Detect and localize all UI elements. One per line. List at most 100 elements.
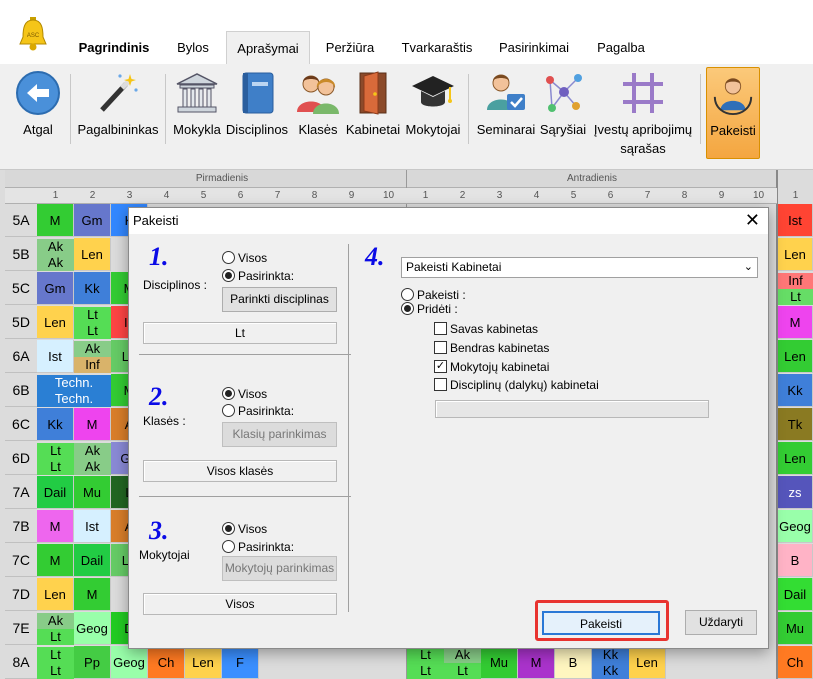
- lesson-cell[interactable]: Len: [778, 238, 813, 271]
- lesson-cell[interactable]: Inf: [74, 357, 111, 373]
- class-row-label[interactable]: 5A: [5, 204, 37, 237]
- lesson-cell[interactable]: Kk: [592, 647, 629, 663]
- mokytojai-pasirinkta-radio[interactable]: [222, 540, 235, 553]
- class-row-label[interactable]: 5B: [5, 238, 37, 271]
- lesson-cell[interactable]: Len: [778, 442, 813, 475]
- lesson-cell[interactable]: Inf: [778, 273, 813, 289]
- lesson-cell[interactable]: Lt: [407, 647, 444, 663]
- disciplinos-visos-radio[interactable]: [222, 251, 235, 264]
- lesson-cell[interactable]: Kk: [37, 408, 74, 441]
- pagalbininkas-button[interactable]: Pagalbininkas: [74, 64, 162, 170]
- lesson-cell[interactable]: Ist: [74, 510, 111, 543]
- mokytojai-visos-radio[interactable]: [222, 522, 235, 535]
- lesson-cell[interactable]: Lt: [37, 629, 74, 645]
- lesson-cell[interactable]: Ak: [74, 443, 111, 459]
- klases-button[interactable]: Klasės: [292, 64, 344, 170]
- lesson-cell[interactable]: Kk: [778, 374, 813, 407]
- tab-perziura[interactable]: Peržiūra: [318, 31, 382, 64]
- lesson-cell[interactable]: Gm: [74, 204, 111, 237]
- lesson-cell[interactable]: zs: [778, 476, 813, 509]
- lesson-cell[interactable]: M: [37, 204, 74, 237]
- lesson-cell[interactable]: Lt: [37, 443, 74, 459]
- lesson-cell[interactable]: M: [778, 306, 813, 339]
- lesson-cell[interactable]: Dail: [778, 578, 813, 611]
- lesson-cell[interactable]: M: [37, 510, 74, 543]
- lesson-cell[interactable]: Gm: [37, 272, 74, 305]
- lesson-cell[interactable]: Lt: [37, 459, 74, 475]
- pakeisti-ribbon-button[interactable]: Pakeisti: [706, 67, 760, 159]
- atgal-button[interactable]: Atgal: [8, 64, 68, 170]
- lesson-cell[interactable]: Ist: [778, 204, 813, 237]
- lesson-cell[interactable]: Kk: [592, 663, 629, 679]
- lesson-cell[interactable]: Lt: [74, 323, 111, 339]
- lesson-cell[interactable]: Tk: [778, 408, 813, 441]
- lesson-cell[interactable]: Len: [778, 340, 813, 373]
- mokytoju-kabinetai-checkbox[interactable]: ✓: [434, 360, 447, 373]
- app-bell-icon[interactable]: ASC: [18, 17, 48, 51]
- pakeisti-button[interactable]: Pakeisti: [542, 611, 660, 635]
- class-row-label[interactable]: 5C: [5, 272, 37, 305]
- lesson-cell[interactable]: Lt: [37, 647, 74, 663]
- seminarai-button[interactable]: Seminarai: [474, 64, 538, 170]
- lesson-cell[interactable]: Techn.: [37, 375, 111, 391]
- prideti-radio[interactable]: [401, 302, 414, 315]
- lesson-cell[interactable]: Ak: [74, 459, 111, 475]
- lesson-cell[interactable]: Ak: [37, 255, 74, 271]
- lesson-cell[interactable]: Mu: [778, 612, 813, 645]
- lesson-cell[interactable]: Len: [74, 238, 111, 271]
- klases-pasirinkta-radio[interactable]: [222, 404, 235, 417]
- lesson-cell[interactable]: Pp: [74, 646, 111, 679]
- lesson-cell[interactable]: Geog: [74, 612, 111, 645]
- lesson-cell[interactable]: Lt: [778, 289, 813, 305]
- disciplinos-button[interactable]: Disciplinos: [224, 64, 290, 170]
- lesson-cell[interactable]: Ak: [37, 613, 74, 629]
- lesson-cell[interactable]: Len: [37, 578, 74, 611]
- lesson-cell[interactable]: Len: [37, 306, 74, 339]
- lesson-cell[interactable]: M: [37, 544, 74, 577]
- close-icon[interactable]: ✕: [745, 211, 760, 229]
- lesson-cell[interactable]: M: [74, 578, 111, 611]
- class-row-label[interactable]: 7B: [5, 510, 37, 543]
- class-row-label[interactable]: 6D: [5, 442, 37, 475]
- lesson-cell[interactable]: F: [222, 646, 259, 679]
- lesson-cell[interactable]: Ch: [778, 646, 813, 679]
- class-row-label[interactable]: 7E: [5, 612, 37, 645]
- uzdaryti-button[interactable]: Uždaryti: [685, 610, 757, 635]
- lesson-cell[interactable]: Ist: [37, 340, 74, 373]
- lesson-cell[interactable]: Geog: [111, 646, 148, 679]
- tab-aprasymai[interactable]: Aprašymai: [226, 31, 310, 64]
- class-row-label[interactable]: 5D: [5, 306, 37, 339]
- lesson-cell[interactable]: Dail: [74, 544, 111, 577]
- pakeisti-combo[interactable]: Pakeisti Kabinetai ⌄: [401, 257, 758, 278]
- lesson-cell[interactable]: Ak: [37, 239, 74, 255]
- tab-bylos[interactable]: Bylos: [168, 31, 218, 64]
- lesson-cell[interactable]: Lt: [444, 663, 481, 679]
- mokytojai-button[interactable]: Mokytojai: [402, 64, 464, 170]
- lesson-cell[interactable]: B: [555, 646, 592, 679]
- lesson-cell[interactable]: Kk: [74, 272, 111, 305]
- klases-visos-radio[interactable]: [222, 387, 235, 400]
- lesson-cell[interactable]: Mu: [481, 646, 518, 679]
- disciplinos-pasirinkta-radio[interactable]: [222, 269, 235, 282]
- lesson-cell[interactable]: B: [778, 544, 813, 577]
- class-row-label[interactable]: 7D: [5, 578, 37, 611]
- class-row-label[interactable]: 8A: [5, 646, 37, 679]
- savas-kabinetas-checkbox[interactable]: [434, 322, 447, 335]
- lesson-cell[interactable]: Lt: [407, 663, 444, 679]
- parinkti-disciplinas-button[interactable]: Parinkti disciplinas: [222, 287, 337, 312]
- class-row-label[interactable]: 6C: [5, 408, 37, 441]
- lesson-cell[interactable]: Dail: [37, 476, 74, 509]
- lesson-cell[interactable]: Ch: [148, 646, 185, 679]
- kabinetai-button[interactable]: Kabinetai: [344, 64, 402, 170]
- class-row-label[interactable]: 7A: [5, 476, 37, 509]
- bendras-kabinetas-checkbox[interactable]: [434, 341, 447, 354]
- lesson-cell[interactable]: M: [518, 646, 555, 679]
- apribojimu-sarasas-button[interactable]: Įvestų apribojimų sąrašas: [588, 64, 698, 170]
- disciplinu-kabinetai-checkbox[interactable]: [434, 378, 447, 391]
- mokykla-button[interactable]: Mokykla: [170, 64, 224, 170]
- class-row-label[interactable]: 6B: [5, 374, 37, 407]
- pakeisti-radio[interactable]: [401, 288, 414, 301]
- lesson-cell[interactable]: Geog: [778, 510, 813, 543]
- tab-pagrindinis[interactable]: Pagrindinis: [70, 31, 158, 64]
- mokytoju-parinkimas-button[interactable]: Mokytojų parinkimas: [222, 556, 337, 581]
